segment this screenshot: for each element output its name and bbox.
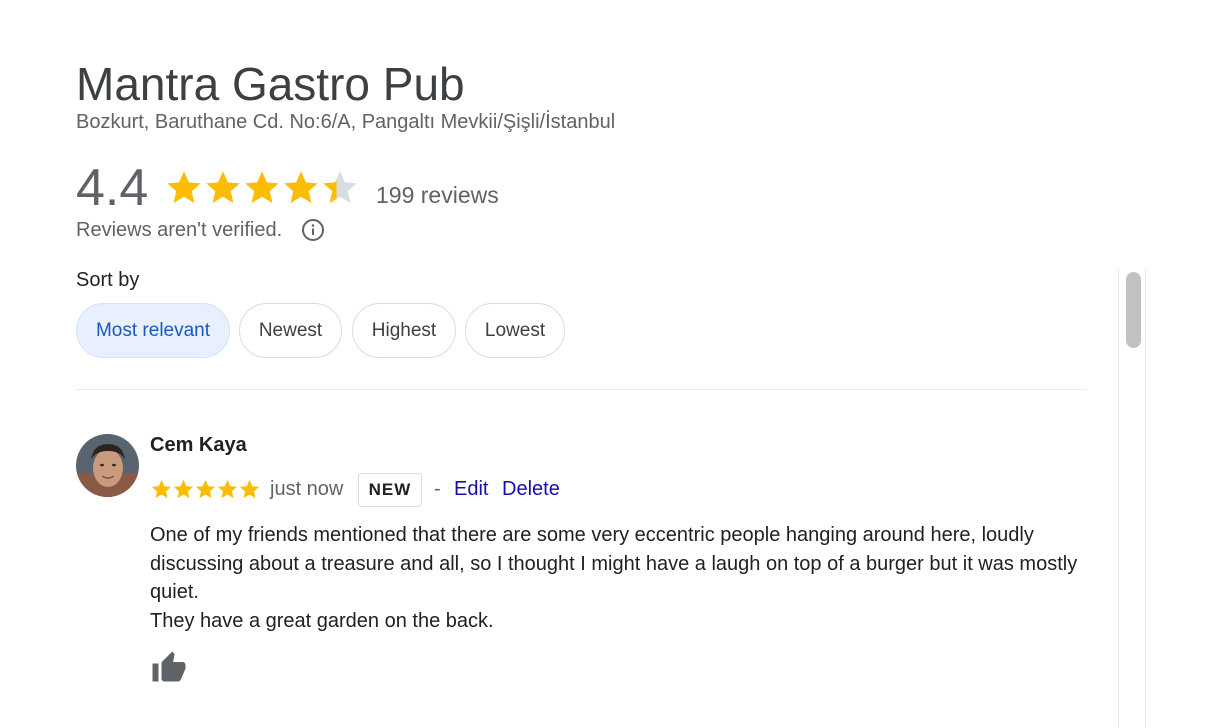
star-icon: [173, 479, 194, 499]
star-icon: [239, 479, 260, 499]
review-paragraph: One of my friends mentioned that there a…: [150, 524, 1078, 603]
meta-separator: -: [434, 478, 441, 500]
sort-label: Sort by: [76, 269, 140, 291]
review-time: just now: [270, 478, 344, 500]
scrollbar-thumb[interactable]: [1126, 272, 1141, 348]
star-icon: [245, 171, 279, 203]
verification-text: Reviews aren't verified.: [76, 219, 283, 241]
star-icon: [217, 479, 238, 499]
new-badge: NEW: [358, 473, 422, 507]
divider: [76, 389, 1086, 390]
star-icon: [167, 171, 201, 203]
sort-lowest-chip[interactable]: Lowest: [465, 303, 565, 358]
place-title: Mantra Gastro Pub: [76, 58, 465, 110]
avatar[interactable]: [76, 434, 139, 497]
star-icon: [284, 171, 318, 203]
info-icon[interactable]: [301, 218, 325, 247]
review-text: One of my friends mentioned that there a…: [150, 521, 1090, 635]
sort-newest-chip[interactable]: Newest: [239, 303, 342, 358]
sort-most-relevant-chip[interactable]: Most relevant: [76, 303, 230, 358]
sort-highest-chip[interactable]: Highest: [352, 303, 456, 358]
delete-review-link[interactable]: Delete: [502, 478, 560, 501]
review-count[interactable]: 199 reviews: [376, 182, 499, 209]
review-paragraph: They have a great garden on the back.: [150, 609, 494, 632]
reviewer-name[interactable]: Cem Kaya: [150, 434, 247, 457]
star-icon: [195, 479, 216, 499]
rating-value: 4.4: [76, 159, 149, 217]
star-icon: [151, 479, 172, 499]
star-icon: [323, 171, 357, 203]
place-address: Bozkurt, Baruthane Cd. No:6/A, Pangaltı …: [76, 111, 616, 133]
thumbs-up-icon[interactable]: [150, 650, 188, 686]
edit-review-link[interactable]: Edit: [454, 478, 488, 501]
star-icon: [206, 171, 240, 203]
scrollbar[interactable]: [1118, 268, 1146, 728]
